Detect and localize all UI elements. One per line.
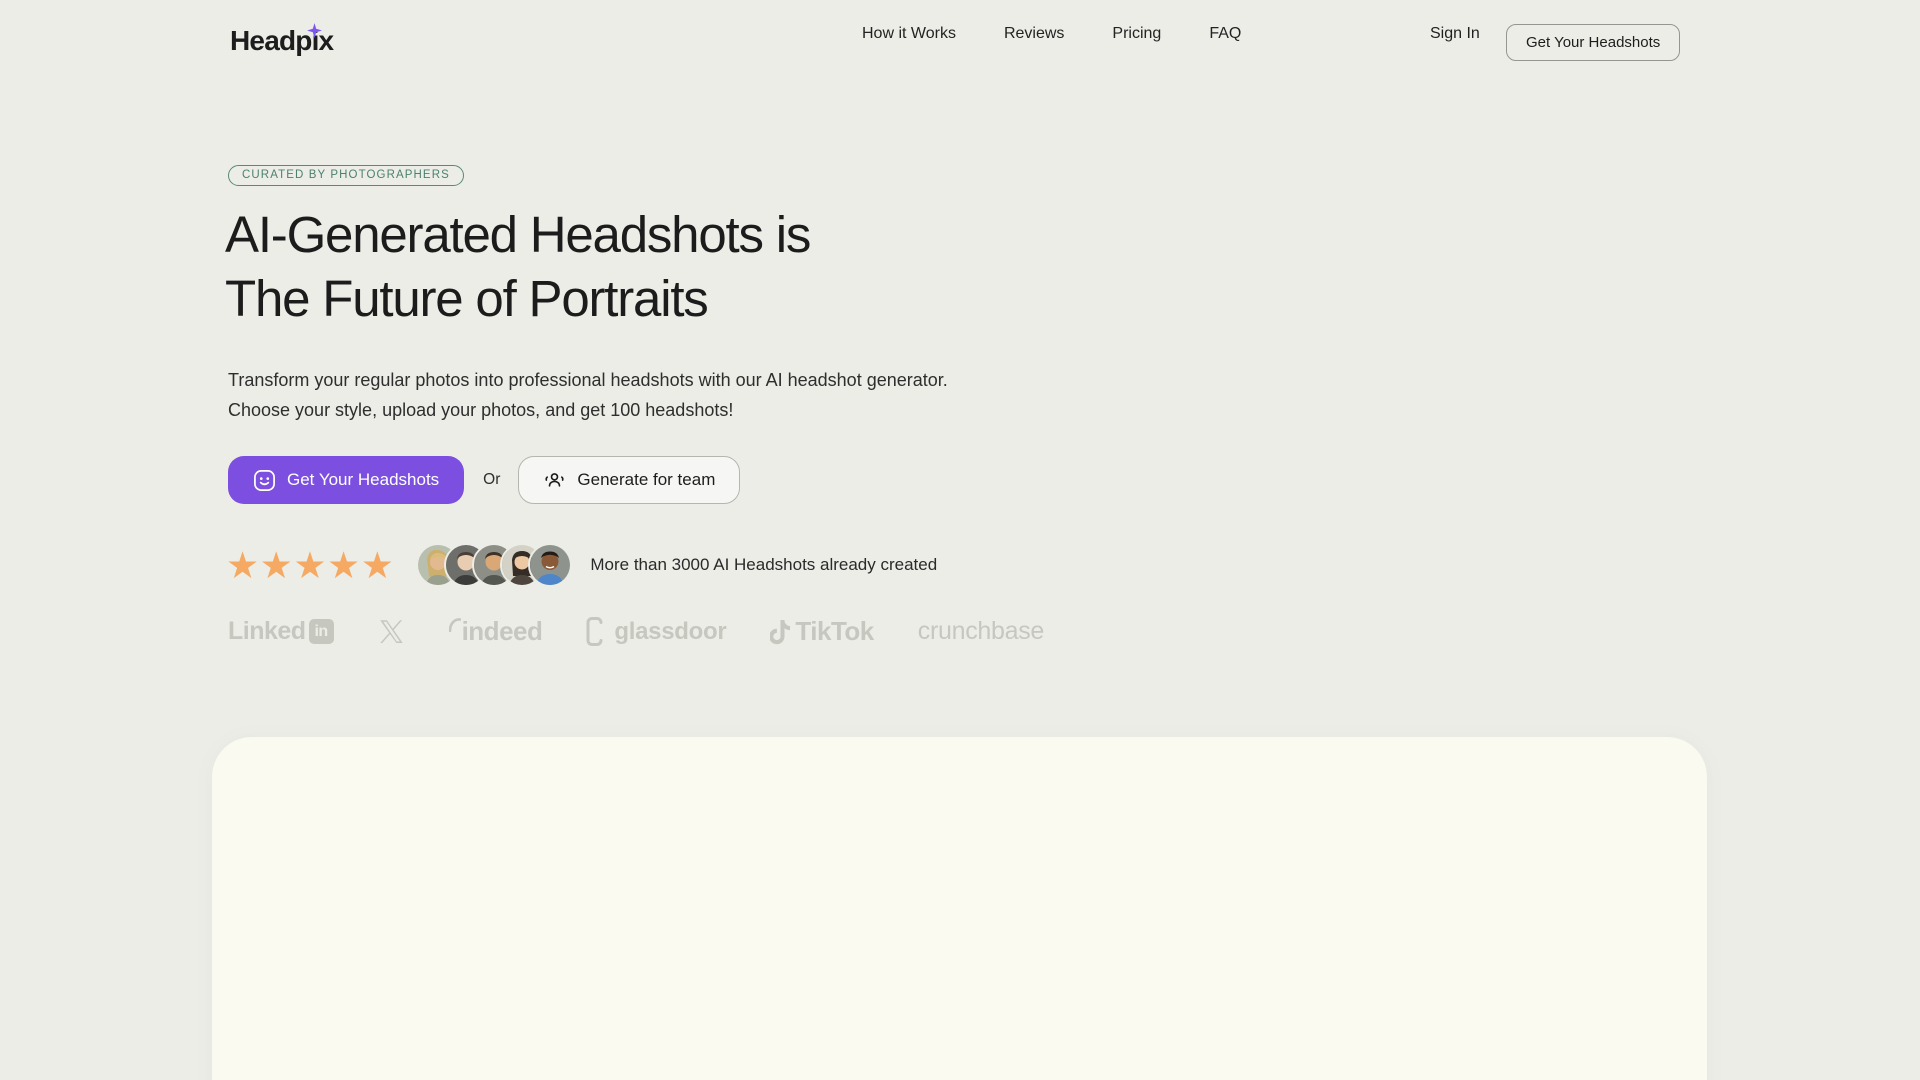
nav-pricing[interactable]: Pricing <box>1112 25 1161 43</box>
team-users-icon <box>543 469 566 492</box>
star-icon: ★ <box>293 547 327 584</box>
linkedin-logo: Linked in <box>228 617 334 646</box>
five-star-rating: ★ ★ ★ ★ ★ <box>226 547 394 584</box>
indeed-logo: indeed <box>449 616 543 647</box>
star-icon: ★ <box>226 547 260 584</box>
secondary-cta-label: Generate for team <box>577 470 715 490</box>
avatar-group <box>416 543 572 587</box>
star-icon: ★ <box>327 547 361 584</box>
nav-reviews[interactable]: Reviews <box>1004 25 1064 43</box>
header: Headpix How it Works Reviews Pricing FAQ… <box>0 0 1920 68</box>
star-icon: ★ <box>361 547 395 584</box>
crunchbase-logo: crunchbase <box>918 617 1044 646</box>
glassdoor-logo: glassdoor <box>586 617 726 646</box>
cta-row: Get Your Headshots Or Generate for team <box>228 456 740 504</box>
title-line-1: AI-Generated Headshots is <box>225 203 810 267</box>
linkedin-wordmark: Linked <box>228 617 306 646</box>
nav-faq[interactable]: FAQ <box>1209 25 1241 43</box>
primary-cta-label: Get Your Headshots <box>287 470 439 490</box>
social-proof-text: More than 3000 AI Headshots already crea… <box>590 555 937 575</box>
description-line-2: Choose your style, upload your photos, a… <box>228 395 948 425</box>
curated-badge: CURATED BY PHOTOGRAPHERS <box>228 165 464 186</box>
brand-logos-row: Linked in indeed glassdoor TikTok crunch… <box>228 616 1044 647</box>
avatar-man-blue-shirt <box>528 543 572 587</box>
glassdoor-wordmark: glassdoor <box>614 618 726 646</box>
sign-in-link[interactable]: Sign In <box>1430 0 1480 68</box>
description-line-1: Transform your regular photos into profe… <box>228 365 948 395</box>
header-get-headshots-button[interactable]: Get Your Headshots <box>1506 24 1680 61</box>
nav-how-it-works[interactable]: How it Works <box>862 25 956 43</box>
linkedin-in-icon: in <box>309 619 334 644</box>
title-line-2: The Future of Portraits <box>225 267 810 331</box>
main-nav: How it Works Reviews Pricing FAQ <box>862 0 1241 68</box>
tiktok-logo: TikTok <box>770 616 873 647</box>
social-proof-row: ★ ★ ★ ★ ★ More than 3000 AI Headshots al… <box>226 541 937 589</box>
crunchbase-wordmark: crunchbase <box>918 617 1044 646</box>
content-panel <box>212 737 1707 1080</box>
sparkle-icon <box>306 14 323 31</box>
generate-for-team-button[interactable]: Generate for team <box>518 456 740 504</box>
logo[interactable]: Headpix <box>230 25 333 57</box>
tiktok-wordmark: TikTok <box>795 616 873 647</box>
hero-description: Transform your regular photos into profe… <box>228 365 948 425</box>
or-text: Or <box>483 471 500 489</box>
star-icon: ★ <box>260 547 294 584</box>
page-title: AI-Generated Headshots is The Future of … <box>225 203 810 331</box>
get-your-headshots-button[interactable]: Get Your Headshots <box>228 456 464 504</box>
x-logo <box>378 618 405 645</box>
indeed-wordmark: indeed <box>462 616 543 647</box>
smiley-icon <box>253 469 276 492</box>
